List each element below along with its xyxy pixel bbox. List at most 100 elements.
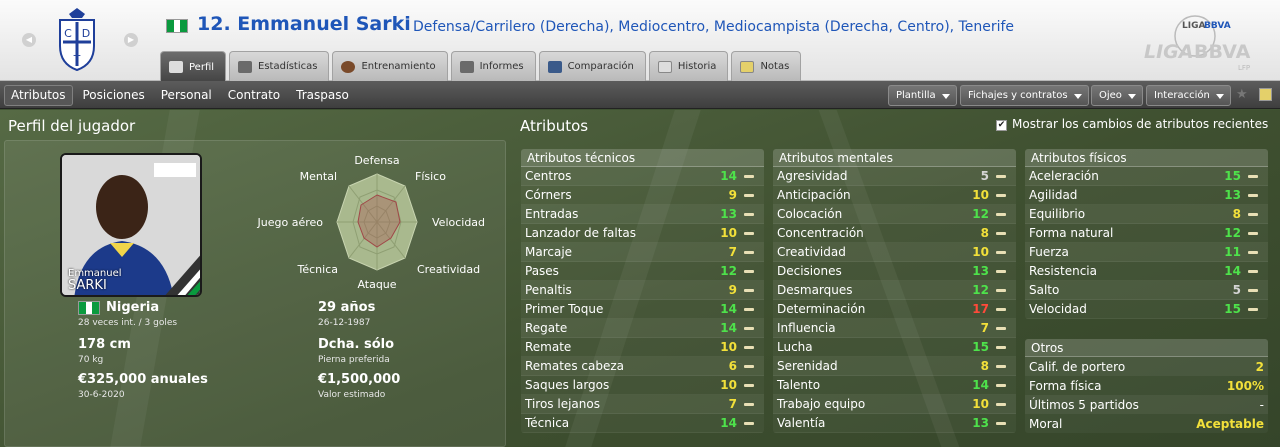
subnav-traspaso[interactable]: Traspaso [290,85,355,106]
radar-label-mental: Mental [300,170,337,183]
subnav-atributos[interactable]: Atributos [4,85,73,106]
svg-text:LFP: LFP [1238,64,1250,72]
add-note-icon[interactable] [1259,88,1272,101]
attribute-name: Remate [525,340,572,354]
attribute-row[interactable]: Colocación 12 [773,205,1016,224]
attribute-value: 10 [972,245,989,259]
attribute-row[interactable]: Regate 14 [521,319,764,338]
player-photo[interactable]: Emmanuel SARKI [60,153,202,297]
no-change-icon [1248,250,1258,254]
tab-historia[interactable]: Historia [648,51,729,81]
attribute-row[interactable]: Resistencia 14 [1025,262,1268,281]
other-attribute-row[interactable]: Últimos 5 partidos - [1025,395,1268,414]
attribute-row[interactable]: Velocidad 15 [1025,300,1268,319]
report-icon [459,60,474,73]
attribute-row[interactable]: Lanzador de faltas 10 [521,224,764,243]
attribute-row[interactable]: Equilibrio 8 [1025,205,1268,224]
attribute-row[interactable]: Serenidad 8 [773,357,1016,376]
other-attribute-row[interactable]: Moral Aceptable [1025,414,1268,433]
subnav-personal[interactable]: Personal [155,85,218,106]
attribute-row[interactable]: Agilidad 13 [1025,186,1268,205]
back-arrow-icon[interactable]: ◀ [22,33,36,47]
no-change-icon [744,250,754,254]
fichajes-dropdown[interactable]: Fichajes y contratos [960,85,1089,106]
attribute-row[interactable]: Primer Toque 14 [521,300,764,319]
radar-label-fisico: Físico [415,170,446,183]
show-changes-label[interactable]: Mostrar los cambios de atributos recient… [1012,117,1268,131]
attribute-row[interactable]: Remates cabeza 6 [521,357,764,376]
attribute-radar-chart[interactable]: Defensa Físico Velocidad Creatividad Ata… [250,150,490,290]
value-amount: €1,500,000 [318,372,401,387]
attribute-row[interactable]: Forma natural 12 [1025,224,1268,243]
attribute-row[interactable]: Agresividad 5 [773,167,1016,186]
ojeo-dropdown[interactable]: Ojeo [1091,85,1143,106]
attribute-row[interactable]: Trabajo equipo 10 [773,395,1016,414]
attribute-row[interactable]: Concentración 8 [773,224,1016,243]
attribute-row[interactable]: Creatividad 10 [773,243,1016,262]
no-change-icon [744,269,754,273]
other-attribute-name: Últimos 5 partidos [1029,397,1139,412]
attribute-row[interactable]: Pases 12 [521,262,764,281]
subnav-posiciones[interactable]: Posiciones [77,85,151,106]
attribute-row[interactable]: Fuerza 11 [1025,243,1268,262]
interaccion-dropdown[interactable]: Interacción [1146,85,1231,106]
attribute-value: 6 [728,359,737,373]
no-change-icon [744,383,754,387]
nation-flag-icon [166,19,188,33]
attribute-row[interactable]: Talento 14 [773,376,1016,395]
attribute-name: Velocidad [1029,302,1087,316]
no-change-icon [996,383,1006,387]
tab-informes[interactable]: Informes [450,51,536,81]
no-change-icon [744,364,754,368]
attribute-row[interactable]: Influencia 7 [773,319,1016,338]
attribute-row[interactable]: Desmarques 12 [773,281,1016,300]
attribute-row[interactable]: Anticipación 10 [773,186,1016,205]
plantilla-dropdown[interactable]: Plantilla [888,85,957,106]
nation-name[interactable]: Nigeria [106,300,159,315]
attribute-row[interactable]: Tiros lejanos 7 [521,395,764,414]
tab-comparacion[interactable]: Comparación [538,51,646,81]
club-crest-icon[interactable]: C D T [52,6,102,72]
attribute-row[interactable]: Marcaje 7 [521,243,764,262]
tab-estadisticas[interactable]: Estadísticas [229,51,330,81]
other-attribute-row[interactable]: Calif. de portero 2 [1025,357,1268,376]
attribute-row[interactable]: Valentía 13 [773,414,1016,433]
attribute-value: 14 [720,416,737,430]
attribute-row[interactable]: Córners 9 [521,186,764,205]
player-positions-club[interactable]: Defensa/Carrilero (Derecha), Mediocentro… [413,19,1014,35]
forward-arrow-icon[interactable]: ▶ [124,33,138,47]
attribute-row[interactable]: Decisiones 13 [773,262,1016,281]
attribute-name: Serenidad [777,359,838,373]
attribute-row[interactable]: Salto 5 [1025,281,1268,300]
tab-notas[interactable]: Notas [731,51,802,81]
attribute-value: 12 [972,207,989,221]
wage-info: €325,000 anuales 30-6-2020 [78,372,208,400]
tab-entrenamiento[interactable]: Entrenamiento [332,51,448,81]
attribute-row[interactable]: Penaltis 9 [521,281,764,300]
other-attribute-row[interactable]: Forma física 100% [1025,376,1268,395]
player-name: 12. Emmanuel Sarki [197,13,411,35]
attribute-row[interactable]: Centros 14 [521,167,764,186]
tab-perfil[interactable]: Perfil [160,51,227,82]
attribute-row[interactable]: Entradas 13 [521,205,764,224]
technical-header: Atributos técnicos [521,149,764,167]
show-changes-checkbox[interactable]: ✔ [996,120,1007,131]
age-info: 29 años 26-12-1987 [318,300,375,328]
attribute-row[interactable]: Aceleración 15 [1025,167,1268,186]
photo-last-name: SARKI [68,278,107,293]
attribute-value: 8 [980,226,989,240]
star-icon[interactable]: ★ [1236,87,1248,102]
attribute-name: Entradas [525,207,579,221]
attribute-row[interactable]: Lucha 15 [773,338,1016,357]
other-attribute-name: Calif. de portero [1029,359,1126,374]
attribute-row[interactable]: Determinación 17 [773,300,1016,319]
attribute-row[interactable]: Remate 10 [521,338,764,357]
technical-attributes: Atributos técnicos Centros 14 Córners 9 Entr… [521,149,764,433]
attribute-name: Agilidad [1029,188,1078,202]
subnav-contrato[interactable]: Contrato [222,85,286,106]
attribute-name: Salto [1029,283,1060,297]
attribute-row[interactable]: Saques largos 10 [521,376,764,395]
radar-label-creatividad: Creatividad [417,263,480,276]
attribute-value: 13 [1224,188,1241,202]
attribute-row[interactable]: Técnica 14 [521,414,764,433]
